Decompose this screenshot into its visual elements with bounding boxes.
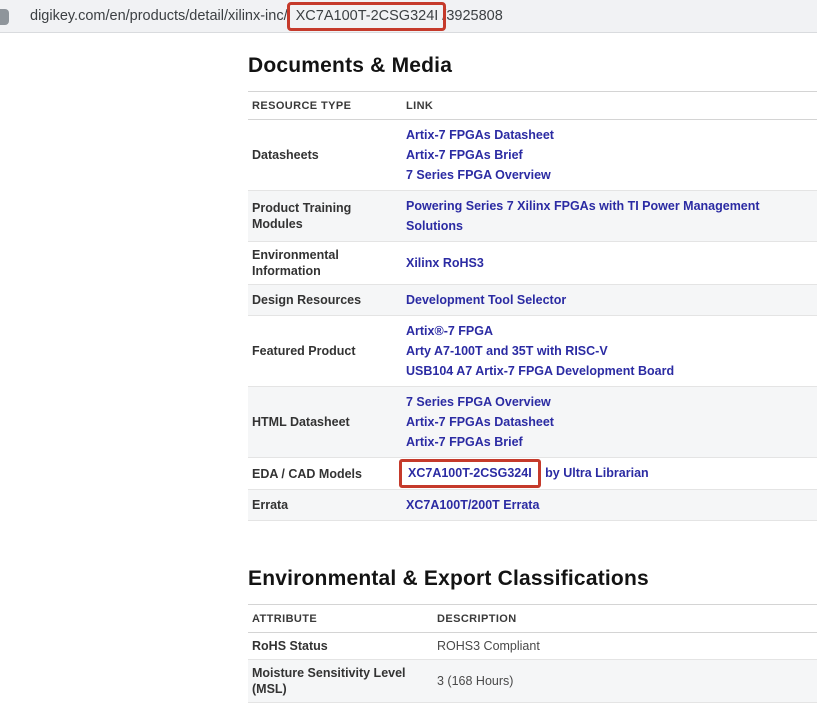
- environmental-export-table: ATTRIBUTE DESCRIPTION RoHS Status ROHS3 …: [248, 604, 817, 710]
- link-header: LINK: [406, 100, 433, 112]
- table-row-reach-status: REACH Status REACH Unaffected: [248, 703, 817, 710]
- row-value: 3 (168 Hours): [437, 673, 513, 689]
- row-label: Design Resources: [248, 292, 406, 308]
- row-label: HTML Datasheet: [248, 414, 406, 430]
- html-datasheet-link[interactable]: 7 Series FPGA Overview: [406, 392, 554, 412]
- table-row-environmental-info: Environmental Information Xilinx RoHS3: [248, 242, 817, 285]
- row-label: Featured Product: [248, 343, 406, 359]
- description-header: DESCRIPTION: [437, 613, 517, 625]
- documents-media-table: RESOURCE TYPE LINK Datasheets Artix-7 FP…: [248, 91, 817, 521]
- featured-product-link[interactable]: USB104 A7 Artix-7 FPGA Development Board: [406, 361, 674, 381]
- environmental-table-header: ATTRIBUTE DESCRIPTION: [248, 605, 817, 633]
- table-row-html-datasheet: HTML Datasheet 7 Series FPGA Overview Ar…: [248, 387, 817, 458]
- table-row-errata: Errata XC7A100T/200T Errata: [248, 490, 817, 521]
- row-label: Product Training Modules: [248, 200, 406, 232]
- errata-link[interactable]: XC7A100T/200T Errata: [406, 495, 539, 515]
- environmental-info-link[interactable]: Xilinx RoHS3: [406, 253, 484, 273]
- browser-address-bar[interactable]: digikey.com/en/products/detail/xilinx-in…: [0, 0, 817, 33]
- row-label: Moisture Sensitivity Level (MSL): [248, 665, 437, 697]
- row-label: Environmental Information: [248, 247, 406, 279]
- url-highlight-annotation: XC7A100T-2CSG324I: [287, 2, 447, 31]
- row-label: Errata: [248, 497, 406, 513]
- datasheet-link[interactable]: Artix-7 FPGAs Datasheet: [406, 125, 554, 145]
- featured-product-link[interactable]: Artix®-7 FPGA: [406, 321, 674, 341]
- browser-icon-partial: [0, 9, 9, 25]
- datasheet-link[interactable]: Artix-7 FPGAs Brief: [406, 145, 554, 165]
- url-part-number: XC7A100T-2CSG324I: [296, 8, 439, 24]
- table-row-product-training: Product Training Modules Powering Series…: [248, 191, 817, 242]
- documents-media-title: Documents & Media: [248, 54, 817, 78]
- row-label: EDA / CAD Models: [248, 466, 406, 482]
- documents-table-header: RESOURCE TYPE LINK: [248, 92, 817, 120]
- resource-type-header: RESOURCE TYPE: [248, 100, 406, 112]
- table-row-rohs-status: RoHS Status ROHS3 Compliant: [248, 633, 817, 660]
- eda-part-number: XC7A100T-2CSG324I: [408, 466, 532, 480]
- page-content: Documents & Media RESOURCE TYPE LINK Dat…: [248, 54, 817, 710]
- training-module-link[interactable]: Powering Series 7 Xilinx FPGAs with TI P…: [406, 196, 817, 236]
- table-row-design-resources: Design Resources Development Tool Select…: [248, 285, 817, 316]
- row-value: ROHS3 Compliant: [437, 638, 540, 654]
- eda-link-rest: by Ultra Librarian: [542, 466, 649, 480]
- url-suffix: /3925808: [442, 8, 502, 24]
- url-prefix: digikey.com/en/products/detail/xilinx-in…: [30, 8, 288, 24]
- table-row-msl: Moisture Sensitivity Level (MSL) 3 (168 …: [248, 660, 817, 703]
- environmental-export-title: Environmental & Export Classifications: [248, 567, 817, 591]
- row-label: Datasheets: [248, 147, 406, 163]
- row-label: RoHS Status: [248, 638, 437, 654]
- html-datasheet-link[interactable]: Artix-7 FPGAs Datasheet: [406, 412, 554, 432]
- design-resource-link[interactable]: Development Tool Selector: [406, 290, 566, 310]
- table-row-datasheets: Datasheets Artix-7 FPGAs Datasheet Artix…: [248, 120, 817, 191]
- attribute-header: ATTRIBUTE: [248, 613, 437, 625]
- html-datasheet-link[interactable]: Artix-7 FPGAs Brief: [406, 432, 554, 452]
- eda-cad-annotation-box: XC7A100T-2CSG324I: [399, 459, 541, 488]
- eda-cad-model-link[interactable]: XC7A100T-2CSG324I by Ultra Librarian: [406, 463, 649, 484]
- table-row-eda-cad-models: EDA / CAD Models XC7A100T-2CSG324I by Ul…: [248, 458, 817, 490]
- featured-product-link[interactable]: Arty A7-100T and 35T with RISC-V: [406, 341, 674, 361]
- datasheet-link[interactable]: 7 Series FPGA Overview: [406, 165, 554, 185]
- table-row-featured-product: Featured Product Artix®-7 FPGA Arty A7-1…: [248, 316, 817, 387]
